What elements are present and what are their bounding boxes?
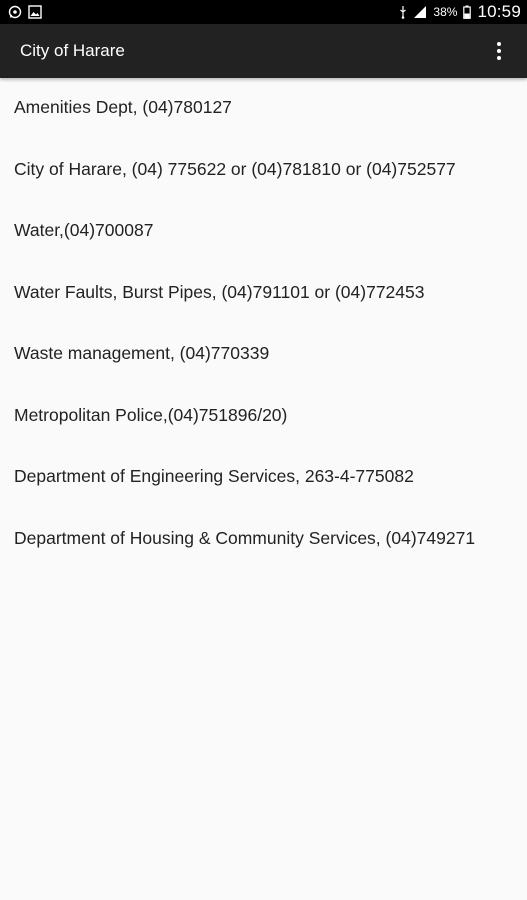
whatsapp-icon: [8, 5, 22, 19]
app-bar: City of Harare: [0, 24, 527, 78]
list-item[interactable]: Metropolitan Police,(04)751896/20): [0, 386, 527, 448]
battery-percent: 38%: [433, 5, 458, 19]
usb-icon: [399, 5, 407, 19]
status-bar: 38% 10:59: [0, 0, 527, 24]
signal-icon: [413, 5, 427, 19]
list-item[interactable]: Department of Engineering Services, 263-…: [0, 447, 527, 509]
list-item[interactable]: Department of Housing & Community Servic…: [0, 509, 527, 593]
list-item[interactable]: Amenities Dept, (04)780127: [0, 78, 527, 140]
status-time: 10:59: [477, 2, 521, 21]
list-item[interactable]: Water Faults, Burst Pipes, (04)791101 or…: [0, 263, 527, 325]
image-icon: [28, 5, 42, 19]
list-item[interactable]: Waste management, (04)770339: [0, 324, 527, 386]
more-vert-icon[interactable]: [489, 36, 509, 66]
contact-list: Amenities Dept, (04)780127 City of Harar…: [0, 78, 527, 593]
status-bar-right: 38% 10:59: [399, 2, 521, 22]
status-bar-left: [8, 5, 42, 19]
battery-icon: [463, 5, 472, 19]
list-item[interactable]: Water,(04)700087: [0, 201, 527, 263]
app-title: City of Harare: [20, 41, 125, 60]
list-item[interactable]: City of Harare, (04) 775622 or (04)78181…: [0, 140, 527, 202]
